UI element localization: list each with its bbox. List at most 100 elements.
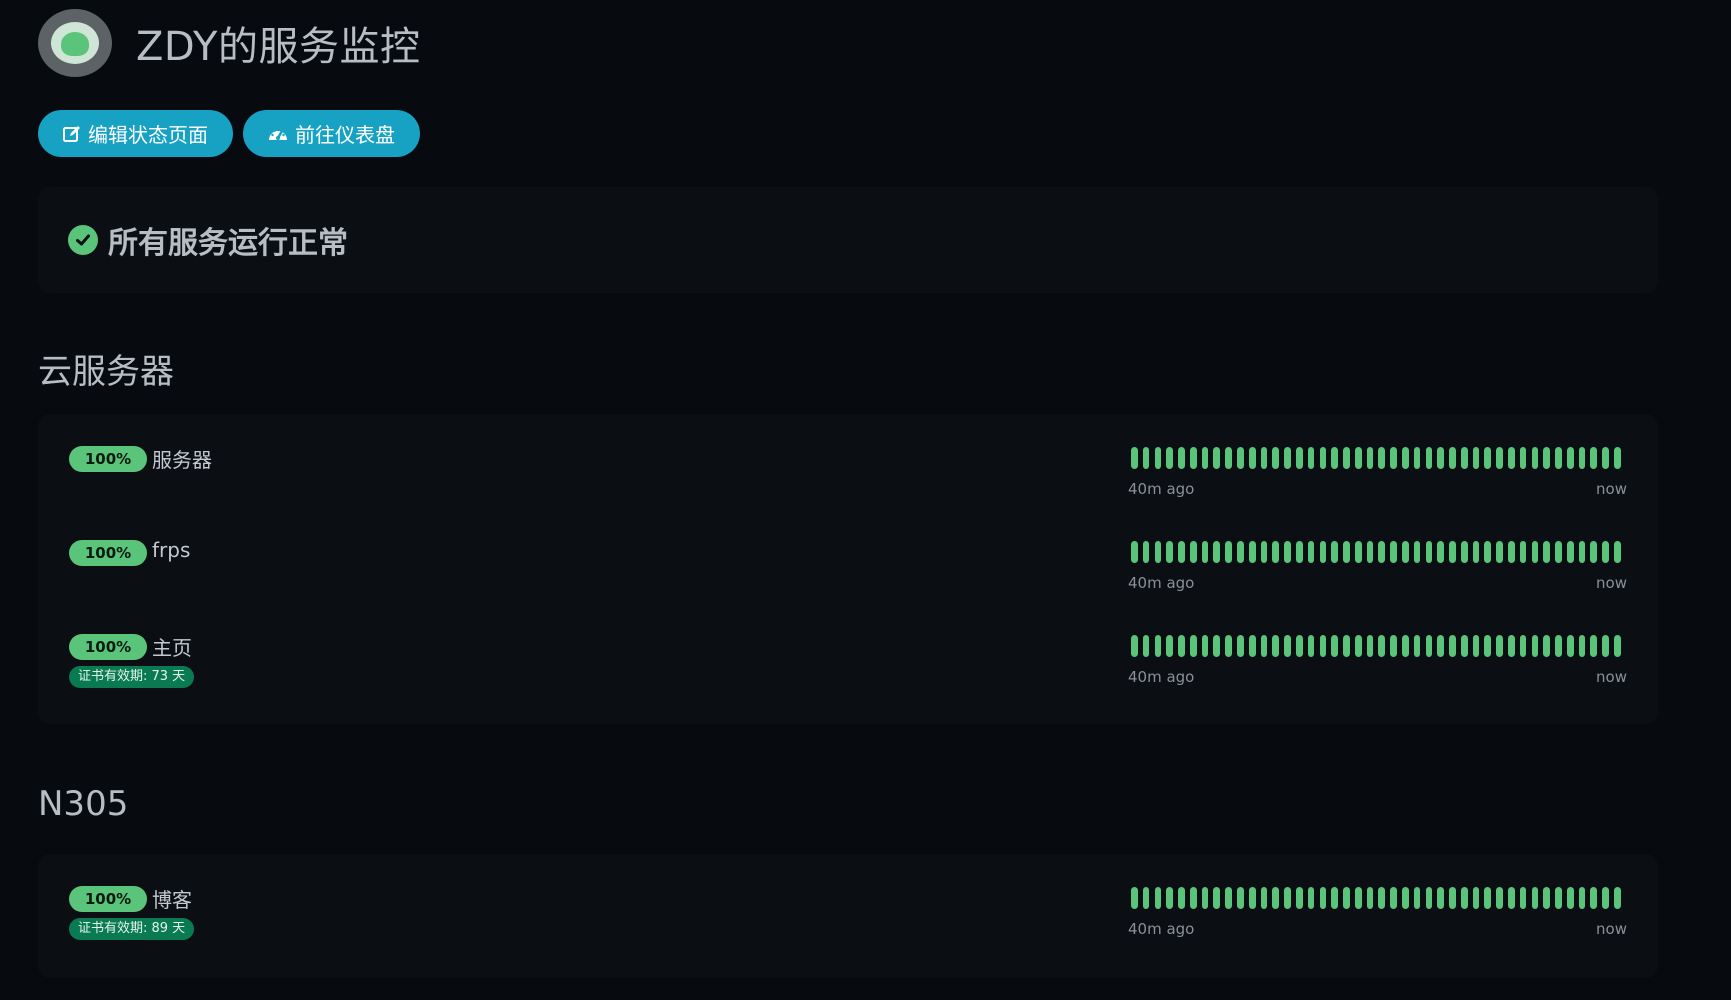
heartbeat-beat — [1531, 635, 1539, 657]
heartbeat-beat — [1272, 887, 1280, 909]
heartbeat-beat — [1237, 635, 1244, 657]
heartbeat-beat — [1354, 447, 1362, 469]
heartbeat-start-time: 40m ago — [1128, 574, 1195, 592]
monitor-row: 100% 主页 证书有效期: 73 天 40m ago now — [38, 602, 1658, 696]
heartbeat-beat — [1260, 635, 1268, 657]
heartbeat-beat — [1437, 541, 1444, 563]
heartbeat-beat — [1237, 541, 1244, 563]
heartbeat-beat — [1260, 447, 1268, 469]
heartbeat-beat — [1531, 541, 1539, 563]
heartbeat-beat — [1225, 447, 1232, 469]
heartbeat-end-time: now — [1596, 668, 1627, 686]
heartbeat-beat — [1543, 887, 1551, 909]
heartbeat-beat — [1307, 887, 1315, 909]
heartbeat-beat — [1390, 541, 1397, 563]
heartbeat-beat — [1460, 635, 1468, 657]
heartbeat-beat — [1331, 447, 1338, 469]
monitor-row: 100% 博客 证书有效期: 89 天 40m ago now — [38, 854, 1658, 948]
monitor-name[interactable]: 博客 — [152, 884, 192, 913]
tachometer-icon — [269, 128, 287, 140]
heartbeat-beat — [1460, 541, 1468, 563]
heartbeat-start-time: 40m ago — [1128, 480, 1195, 498]
heartbeat-beat — [1578, 635, 1586, 657]
heartbeat-beat — [1366, 887, 1374, 909]
heartbeat-beat — [1614, 887, 1621, 909]
heartbeat-end-time: now — [1596, 480, 1627, 498]
heartbeat-beat — [1390, 635, 1397, 657]
heartbeat-beat — [1566, 541, 1574, 563]
heartbeat-beat — [1131, 635, 1138, 657]
heartbeat-beat — [1248, 635, 1256, 657]
heartbeat-beat — [1508, 541, 1515, 563]
heartbeat-beat — [1496, 541, 1503, 563]
monitor-name[interactable]: 主页 — [152, 632, 192, 661]
heartbeat-beat — [1578, 887, 1586, 909]
heartbeat-beat — [1578, 541, 1586, 563]
check-circle-icon — [68, 225, 98, 255]
heartbeat-beat — [1343, 447, 1350, 469]
go-to-dashboard-button[interactable]: 前往仪表盘 — [243, 110, 420, 157]
heartbeat-beat — [1189, 447, 1197, 469]
heartbeat-beat — [1378, 887, 1386, 909]
heartbeat-beat — [1354, 887, 1362, 909]
heartbeat-beat — [1189, 541, 1197, 563]
heartbeat-beat — [1178, 447, 1185, 469]
monitor-name[interactable]: frps — [152, 538, 190, 562]
page-title: ZDY的服务监控 — [136, 24, 421, 70]
heartbeat-beat — [1555, 635, 1562, 657]
heartbeat-beat — [1472, 541, 1480, 563]
heartbeat-beat — [1166, 541, 1174, 563]
heartbeat-beat — [1178, 635, 1185, 657]
heartbeat-beat — [1555, 541, 1562, 563]
heartbeat-beat — [1307, 635, 1315, 657]
heartbeat-beat — [1543, 635, 1551, 657]
group-card: 100% 服务器 40m ago now 100% frps 40m ago n… — [38, 414, 1658, 724]
status-page: ZDY的服务监控 编辑状态页面 前往仪表盘 所有服务运行正常 云服务器 100%… — [0, 0, 1731, 1000]
heartbeat-beat — [1449, 635, 1456, 657]
heartbeat-beat — [1566, 887, 1574, 909]
heartbeat-beat — [1425, 887, 1433, 909]
heartbeat-beat — [1519, 887, 1527, 909]
heartbeat-beat — [1142, 887, 1150, 909]
heartbeat-beat — [1366, 635, 1374, 657]
cert-expiry-badge: 证书有效期: 89 天 — [69, 918, 195, 940]
heartbeat-beat — [1425, 447, 1433, 469]
monitor-name[interactable]: 服务器 — [152, 444, 212, 473]
edit-status-page-button[interactable]: 编辑状态页面 — [38, 110, 233, 157]
heartbeat-beat — [1390, 447, 1397, 469]
heartbeat-beat — [1319, 447, 1327, 469]
heartbeat-beat — [1519, 541, 1527, 563]
heartbeat-end-time: now — [1596, 574, 1627, 592]
heartbeat-beat — [1295, 887, 1303, 909]
heartbeat-beat — [1519, 447, 1527, 469]
heartbeat-beat — [1201, 541, 1209, 563]
heartbeat-beat — [1331, 887, 1338, 909]
edit-status-page-label: 编辑状态页面 — [88, 123, 208, 147]
heartbeat-beat — [1166, 887, 1174, 909]
heartbeat-beat — [1237, 447, 1244, 469]
uptime-badge: 100% — [69, 446, 147, 472]
heartbeat-beat — [1166, 447, 1174, 469]
heartbeat-beat — [1319, 635, 1327, 657]
heartbeat-beat — [1272, 635, 1280, 657]
heartbeat-bar — [1131, 541, 1621, 563]
heartbeat-beat — [1437, 447, 1444, 469]
heartbeat-beat — [1566, 447, 1574, 469]
overall-status-text: 所有服务运行正常 — [108, 226, 348, 261]
heartbeat-beat — [1166, 635, 1174, 657]
heartbeat-beat — [1213, 887, 1221, 909]
heartbeat-beat — [1413, 541, 1421, 563]
uptime-badge: 100% — [69, 634, 147, 660]
heartbeat-beat — [1154, 635, 1162, 657]
heartbeat-beat — [1225, 541, 1232, 563]
heartbeat-beat — [1508, 887, 1515, 909]
heartbeat-beat — [1225, 635, 1232, 657]
heartbeat-beat — [1343, 635, 1350, 657]
heartbeat-bar — [1131, 447, 1621, 469]
heartbeat-beat — [1566, 635, 1574, 657]
heartbeat-beat — [1460, 447, 1468, 469]
heartbeat-beat — [1401, 447, 1409, 469]
heartbeat-beat — [1543, 541, 1551, 563]
heartbeat-beat — [1401, 541, 1409, 563]
heartbeat-beat — [1602, 887, 1609, 909]
